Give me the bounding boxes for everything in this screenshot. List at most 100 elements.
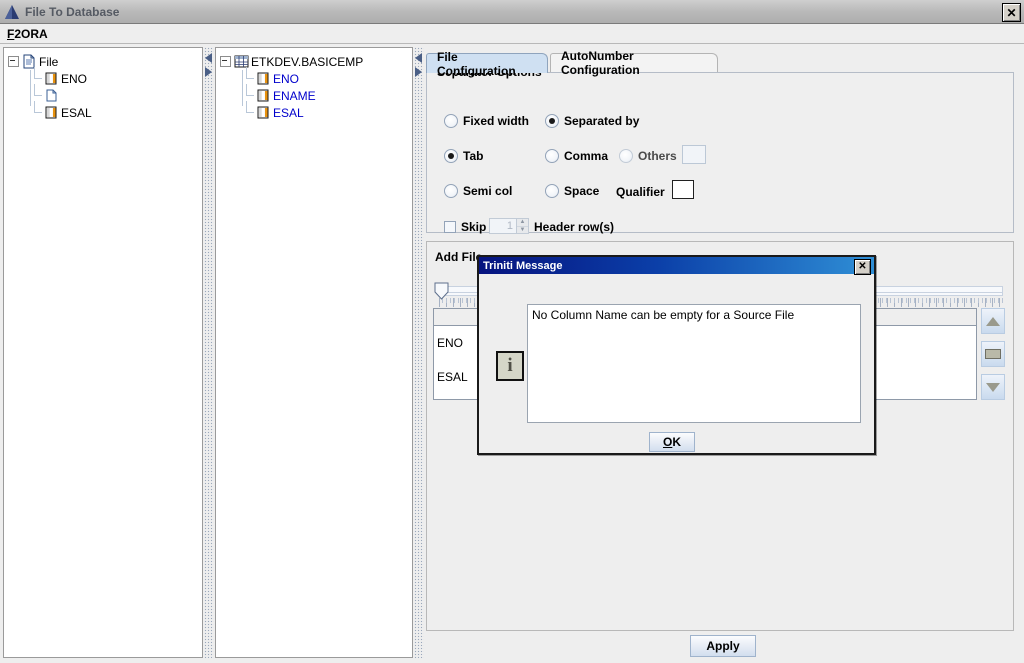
scroll-down-button[interactable] bbox=[981, 374, 1005, 400]
qualifier-input[interactable] bbox=[672, 180, 694, 199]
app-triangle-icon bbox=[3, 3, 21, 21]
radio-icon-selected[interactable] bbox=[545, 114, 559, 128]
tree-node-label: ESAL bbox=[61, 105, 92, 120]
tree-row[interactable] bbox=[8, 84, 202, 104]
source-file-tree: File ENO ESAL bbox=[4, 48, 202, 121]
radio-label: Fixed width bbox=[463, 114, 529, 128]
tree-collapse-toggle-icon[interactable] bbox=[8, 56, 19, 67]
radio-icon[interactable] bbox=[619, 149, 633, 163]
blank-page-icon bbox=[44, 88, 58, 103]
radio-icon[interactable] bbox=[444, 184, 458, 198]
tree-elbow-icon bbox=[30, 101, 44, 121]
triangle-up-icon bbox=[986, 316, 1000, 326]
header-rows-label: Header row(s) bbox=[534, 220, 615, 234]
others-separator-input[interactable] bbox=[682, 145, 706, 164]
one-touch-expand-right-icon[interactable] bbox=[415, 67, 422, 77]
radio-separated-by[interactable]: Separated by bbox=[545, 114, 639, 128]
tree-row[interactable]: ENO bbox=[8, 67, 202, 87]
tab-strip: File Configuration AutoNumber Configurat… bbox=[426, 49, 1021, 78]
source-file-tree-pane: File ENO ESAL bbox=[3, 47, 203, 658]
menu-item-f2ora[interactable]: F2ORA bbox=[0, 26, 55, 42]
dialog-close-button[interactable]: ✕ bbox=[854, 259, 871, 275]
scroll-up-button[interactable] bbox=[981, 308, 1005, 334]
tree-node-label: ESAL bbox=[273, 105, 304, 120]
tree-row[interactable]: ENAME bbox=[220, 84, 412, 104]
radio-tab[interactable]: Tab bbox=[444, 149, 483, 163]
column-icon bbox=[256, 88, 270, 103]
checkbox-label: Skip bbox=[461, 220, 487, 234]
window-titlebar: File To Database ✕ bbox=[0, 0, 1024, 24]
column-icon bbox=[44, 105, 58, 120]
window-title: File To Database bbox=[25, 4, 120, 19]
split-divider-right[interactable] bbox=[414, 47, 424, 658]
add-file-label[interactable]: Add File bbox=[435, 250, 482, 264]
spinner-buttons[interactable]: ▲ ▼ bbox=[516, 219, 528, 233]
table-vertical-scrollbar[interactable] bbox=[981, 308, 1005, 400]
tree-collapse-toggle-icon[interactable] bbox=[220, 56, 231, 67]
tree-row[interactable]: ESAL bbox=[220, 101, 412, 121]
tree-row[interactable]: ETKDEV.BASICEMP bbox=[220, 53, 412, 70]
ruler-marker-icon[interactable] bbox=[433, 282, 452, 302]
radio-icon[interactable] bbox=[444, 114, 458, 128]
tree-node-label: ENO bbox=[61, 71, 88, 86]
radio-others[interactable]: Others bbox=[619, 149, 677, 163]
radio-label: Semi col bbox=[463, 184, 513, 198]
checkbox-skip-header-rows[interactable]: Skip bbox=[444, 220, 486, 234]
radio-fixed-width[interactable]: Fixed width bbox=[444, 114, 529, 128]
one-touch-expand-left-icon[interactable] bbox=[415, 53, 422, 63]
radio-icon-selected[interactable] bbox=[444, 149, 458, 163]
target-table-tree-pane: ETKDEV.BASICEMP ENO ENAME ESAL bbox=[215, 47, 413, 658]
tree-row[interactable]: ENO bbox=[220, 67, 412, 87]
target-table-tree: ETKDEV.BASICEMP ENO ENAME ESAL bbox=[216, 48, 412, 121]
split-divider-left[interactable] bbox=[204, 47, 214, 658]
tree-node-label: ENO bbox=[273, 71, 300, 86]
spinner-up-icon[interactable]: ▲ bbox=[517, 219, 528, 227]
tree-row[interactable]: File bbox=[8, 53, 202, 70]
qualifier-label: Qualifier bbox=[616, 185, 665, 199]
tree-elbow-icon bbox=[242, 84, 256, 104]
tab-autonumber-configuration[interactable]: AutoNumber Configuration bbox=[550, 49, 718, 77]
radio-semi-col[interactable]: Semi col bbox=[444, 184, 512, 198]
apply-button[interactable]: Apply bbox=[690, 635, 756, 657]
radio-label: Comma bbox=[564, 149, 609, 163]
tree-row[interactable]: ESAL bbox=[8, 101, 202, 121]
radio-label: Others bbox=[638, 149, 677, 163]
dialog-ok-button[interactable]: OK bbox=[649, 432, 695, 452]
column-icon bbox=[44, 71, 58, 86]
skip-rows-spinner[interactable]: 1 ▲ ▼ bbox=[489, 218, 529, 234]
ok-mnemonic: O bbox=[662, 435, 673, 449]
radio-icon[interactable] bbox=[545, 149, 559, 163]
dialog-body: i No Column Name can be empty for a Sour… bbox=[479, 274, 874, 455]
tree-node-label: ETKDEV.BASICEMP bbox=[251, 54, 364, 69]
one-touch-expand-left-icon[interactable] bbox=[205, 53, 212, 63]
radio-space[interactable]: Space bbox=[545, 184, 599, 198]
triniti-message-dialog: Triniti Message ✕ i No Column Name can b… bbox=[477, 255, 876, 455]
menu-label-rest: 2ORA bbox=[14, 26, 48, 41]
menubar: F2ORA bbox=[0, 24, 1024, 44]
window-close-button[interactable]: ✕ bbox=[1002, 3, 1021, 22]
triangle-down-icon bbox=[986, 382, 1000, 392]
application-window: File To Database ✕ F2ORA File ENO ESAL E… bbox=[0, 0, 1024, 663]
dialog-message: No Column Name can be empty for a Source… bbox=[527, 304, 861, 423]
ok-label-rest: K bbox=[672, 435, 681, 449]
radio-icon[interactable] bbox=[545, 184, 559, 198]
scroll-thumb[interactable] bbox=[981, 341, 1005, 367]
radio-label: Space bbox=[564, 184, 600, 198]
table-cell-column-name: ENO bbox=[437, 336, 464, 350]
apply-bar: Apply bbox=[426, 635, 1014, 657]
separator-options-group: Separator Options Fixed width Separated … bbox=[426, 65, 1014, 234]
radio-comma[interactable]: Comma bbox=[545, 149, 608, 163]
skip-rows-value: 1 bbox=[506, 220, 513, 232]
column-icon bbox=[256, 105, 270, 120]
tree-elbow-icon bbox=[242, 67, 256, 87]
tree-node-label: File bbox=[39, 54, 59, 69]
dialog-title: Triniti Message bbox=[483, 259, 563, 272]
scroll-thumb-icon bbox=[985, 349, 1001, 359]
tree-elbow-icon bbox=[30, 84, 44, 104]
spinner-down-icon[interactable]: ▼ bbox=[517, 226, 528, 233]
tree-elbow-icon bbox=[242, 101, 256, 121]
tab-file-configuration[interactable]: File Configuration bbox=[426, 50, 548, 78]
checkbox-icon[interactable] bbox=[444, 221, 456, 233]
info-icon: i bbox=[496, 351, 524, 381]
one-touch-expand-right-icon[interactable] bbox=[205, 67, 212, 77]
